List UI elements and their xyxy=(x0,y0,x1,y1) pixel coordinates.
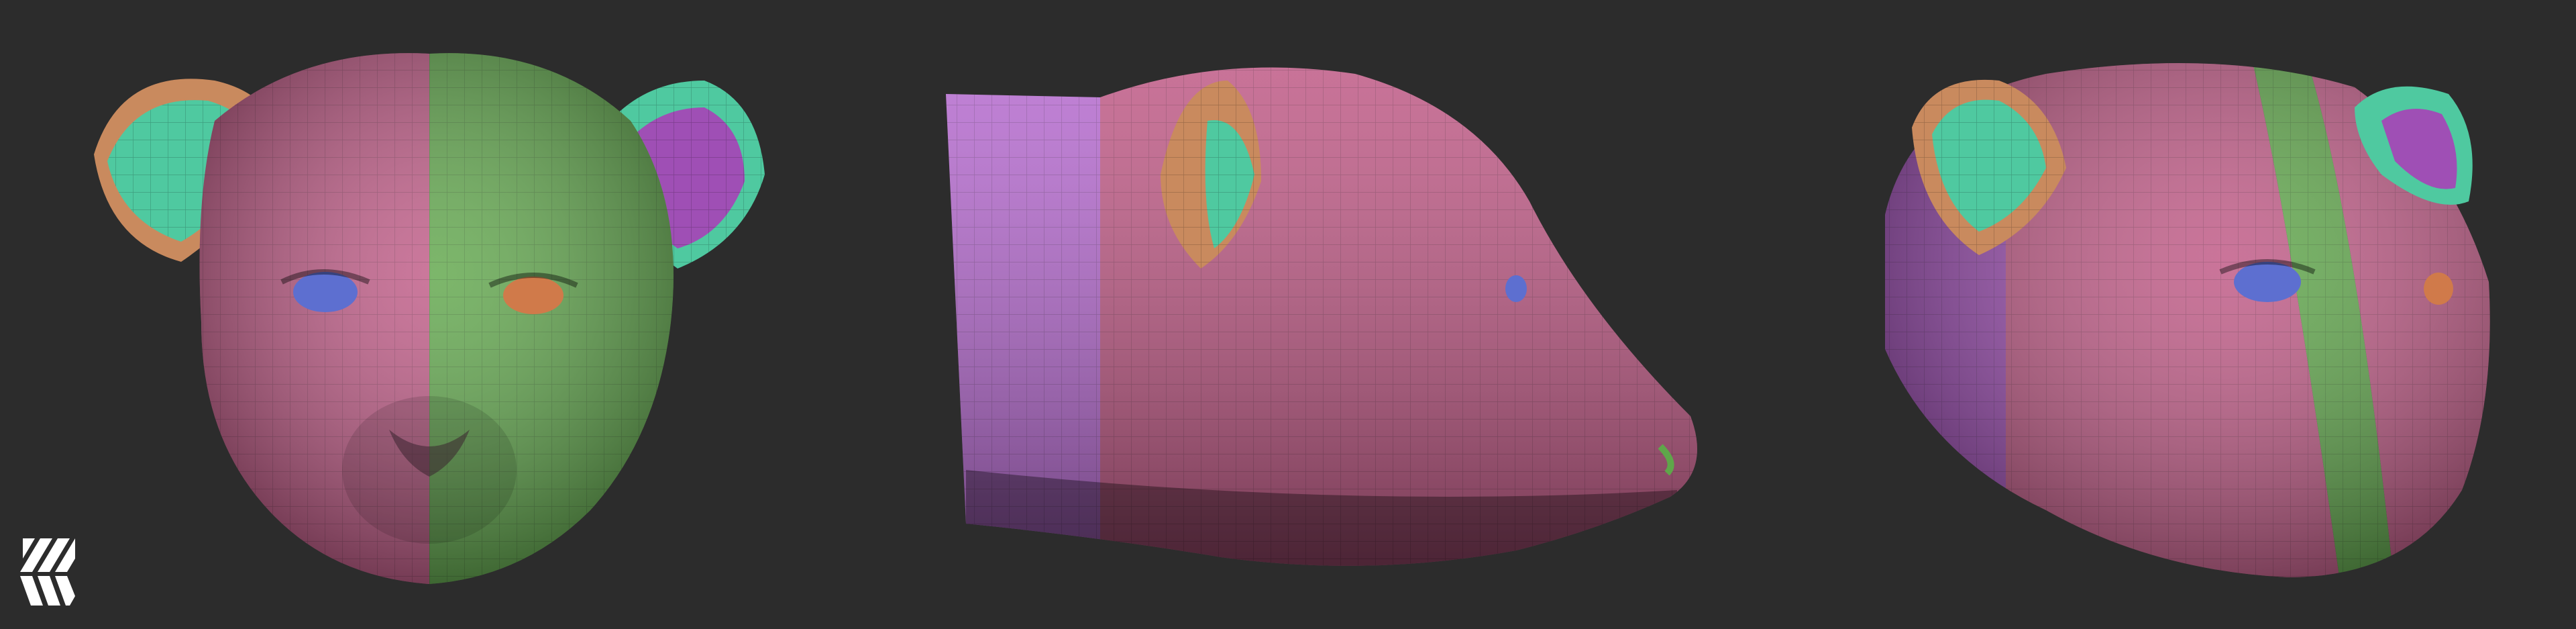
right-eye xyxy=(503,277,564,314)
head-shell xyxy=(199,53,674,584)
viewport-canvas[interactable] xyxy=(0,0,2576,629)
side-eye xyxy=(1505,275,1527,302)
head-three-quarter-render xyxy=(1885,63,2490,577)
head-front-render xyxy=(94,53,765,584)
head-shell-side xyxy=(946,67,1697,566)
studio-logo-icon xyxy=(16,532,80,612)
model-view-side[interactable] xyxy=(939,0,1717,629)
three-quarter-right-eye xyxy=(2424,273,2453,305)
left-eye xyxy=(293,272,358,312)
model-view-three-quarter[interactable] xyxy=(1872,0,2516,629)
head-side-render xyxy=(946,67,1697,566)
three-quarter-left-eye xyxy=(2234,262,2301,302)
model-view-front[interactable] xyxy=(80,0,792,629)
